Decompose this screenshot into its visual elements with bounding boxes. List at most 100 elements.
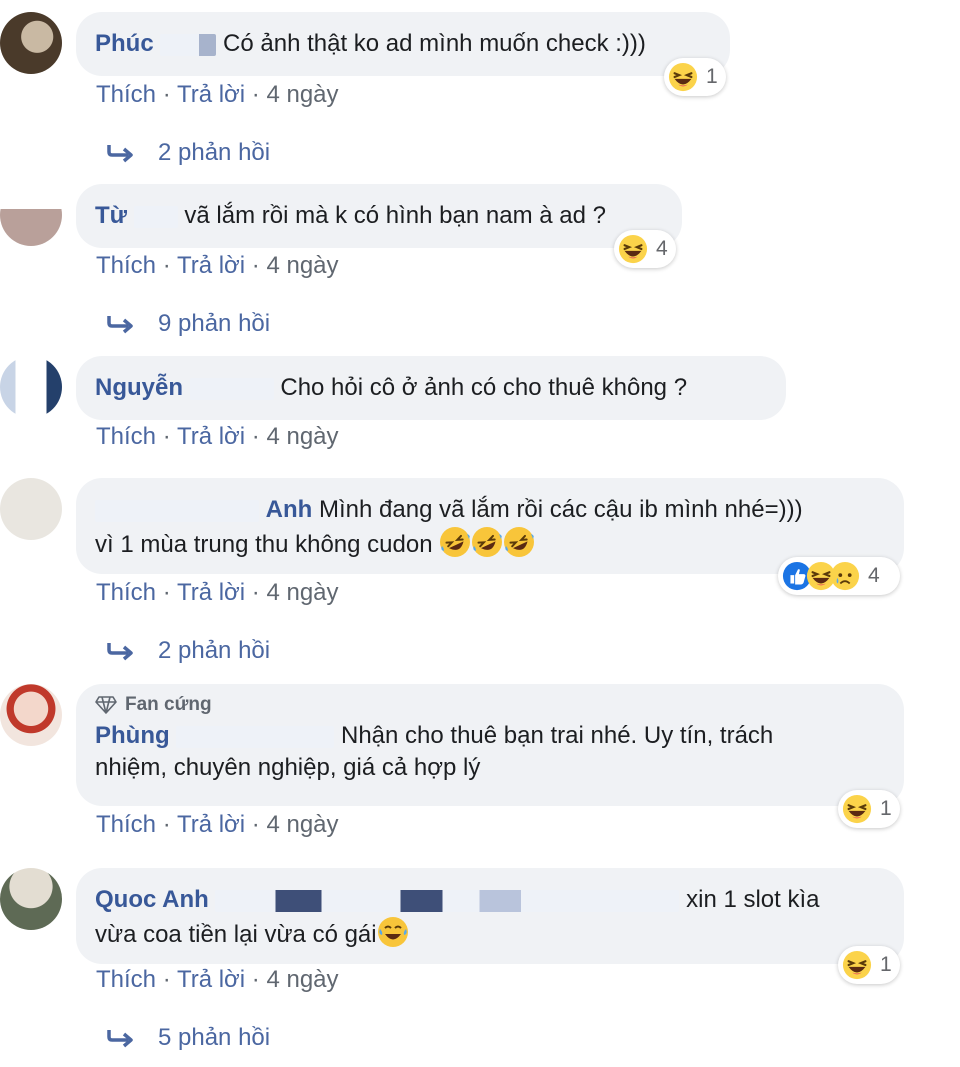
separator: ·	[162, 811, 171, 838]
timestamp[interactable]: 4 ngày	[266, 252, 338, 279]
comment-text-line1: xin 1 slot kìa	[686, 886, 820, 913]
separator: ·	[251, 811, 260, 838]
separator: ·	[251, 81, 260, 108]
comment-bubble: Nguyễn Cho hỏi cô ở ảnh có cho thuê khôn…	[76, 356, 786, 420]
reply-arrow-icon	[107, 1030, 133, 1048]
avatar[interactable]	[0, 356, 62, 418]
comment-actions: Thích · Trả lời · 4 ngày	[96, 422, 339, 452]
reply-arrow-icon	[107, 643, 133, 661]
rofl-icon	[503, 526, 535, 558]
replies-count: 5 phản hồi	[158, 1024, 271, 1051]
comment-actions: Thích · Trả lời · 4 ngày	[96, 578, 339, 608]
reaction-summary[interactable]: 1	[664, 58, 726, 96]
reply-arrow-icon	[107, 316, 133, 334]
haha-icon	[842, 950, 872, 980]
author-name[interactable]: Nguyễn	[95, 374, 183, 401]
comment-bubble: Từ vã lắm rồi mà k có hình bạn nam à ad …	[76, 184, 682, 248]
author-name[interactable]: Từ	[95, 202, 127, 229]
reaction-count: 1	[880, 953, 892, 976]
blurred-name	[160, 33, 217, 56]
like-link[interactable]: Thích	[96, 811, 156, 838]
reaction-count: 1	[706, 65, 718, 88]
like-link[interactable]: Thích	[96, 81, 156, 108]
view-replies-link[interactable]: 2 phản hồi	[106, 636, 270, 666]
separator: ·	[162, 579, 171, 606]
like-link[interactable]: Thích	[96, 966, 156, 993]
avatar[interactable]	[0, 184, 62, 246]
reply-link[interactable]: Trả lời	[177, 579, 245, 606]
author-name[interactable]: Phùng	[95, 722, 170, 749]
avatar[interactable]	[0, 478, 62, 540]
haha-icon	[842, 794, 872, 824]
comment-bubble: Anh Mình đang vã lắm rồi các cậu ib mình…	[76, 478, 904, 574]
timestamp[interactable]: 4 ngày	[266, 81, 338, 108]
comment-actions: Thích · Trả lời · 4 ngày	[96, 965, 339, 995]
like-link[interactable]: Thích	[96, 423, 156, 450]
comment-actions: Thích · Trả lời · 4 ngày	[96, 810, 339, 840]
avatar[interactable]	[0, 12, 62, 74]
blurred-name	[189, 377, 274, 400]
haha-icon	[668, 62, 698, 92]
rofl-icon	[439, 526, 471, 558]
reply-link[interactable]: Trả lời	[177, 811, 245, 838]
comment-actions: Thích · Trả lời · 4 ngày	[96, 80, 339, 110]
diamond-icon	[95, 696, 117, 714]
joy-icon	[377, 916, 409, 948]
replies-count: 2 phản hồi	[158, 637, 271, 664]
reaction-summary[interactable]: 1	[838, 946, 900, 984]
haha-icon	[618, 234, 648, 264]
author-name[interactable]: Quoc Anh	[95, 886, 209, 913]
replies-count: 2 phản hồi	[158, 139, 271, 166]
view-replies-link[interactable]: 5 phản hồi	[106, 1023, 270, 1053]
separator: ·	[251, 966, 260, 993]
separator: ·	[162, 81, 171, 108]
comment-text-line1: Mình đang vã lắm rồi các cậu ib mình nhé…	[319, 496, 803, 523]
separator: ·	[162, 423, 171, 450]
separator: ·	[162, 252, 171, 279]
comment-text-line2: nhiệm, chuyên nghiệp, giá cả hợp lý	[95, 754, 481, 781]
view-replies-link[interactable]: 2 phản hồi	[106, 138, 270, 168]
separator: ·	[251, 423, 260, 450]
author-name[interactable]: Phúc	[95, 30, 154, 57]
reply-link[interactable]: Trả lời	[177, 423, 245, 450]
comment-bubble: Quoc Anh xin 1 slot kìa vừa coa tiền lại…	[76, 868, 904, 964]
reply-link[interactable]: Trả lời	[177, 252, 245, 279]
sad-icon	[830, 561, 860, 591]
comment-text: Có ảnh thật ko ad mình muốn check :)))	[223, 30, 646, 57]
timestamp[interactable]: 4 ngày	[266, 579, 338, 606]
reply-link[interactable]: Trả lời	[177, 81, 245, 108]
blurred-name	[215, 889, 680, 912]
rofl-icon	[471, 526, 503, 558]
reaction-count: 4	[868, 564, 880, 587]
avatar[interactable]	[0, 684, 62, 746]
reaction-count: 1	[880, 797, 892, 820]
like-link[interactable]: Thích	[96, 579, 156, 606]
reaction-summary[interactable]: 4	[614, 230, 676, 268]
blurred-name	[176, 725, 335, 748]
reaction-count: 4	[656, 237, 668, 260]
comment-text-line1: Nhận cho thuê bạn trai nhé. Uy tín, trác…	[341, 722, 774, 749]
comment-text-line2: vì 1 mùa trung thu không cudon	[95, 531, 433, 558]
badge-label: Fan cứng	[125, 694, 212, 715]
replies-count: 9 phản hồi	[158, 310, 271, 337]
like-link[interactable]: Thích	[96, 252, 156, 279]
fan-badge[interactable]: Fan cứng	[95, 694, 884, 716]
timestamp[interactable]: 4 ngày	[266, 811, 338, 838]
separator: ·	[251, 252, 260, 279]
separator: ·	[251, 579, 260, 606]
separator: ·	[162, 966, 171, 993]
view-replies-link[interactable]: 9 phản hồi	[106, 309, 270, 339]
reaction-summary[interactable]: 1	[838, 790, 900, 828]
comment-text-line2: vừa coa tiền lại vừa có gái	[95, 921, 377, 948]
comment-bubble: Phúc Có ảnh thật ko ad mình muốn check :…	[76, 12, 730, 76]
comment-actions: Thích · Trả lời · 4 ngày	[96, 251, 339, 281]
timestamp[interactable]: 4 ngày	[266, 423, 338, 450]
author-name[interactable]: Anh	[266, 496, 313, 523]
comment-bubble: Fan cứng Phùng Nhận cho thuê bạn trai nh…	[76, 684, 904, 806]
avatar[interactable]	[0, 868, 62, 930]
reply-link[interactable]: Trả lời	[177, 966, 245, 993]
timestamp[interactable]: 4 ngày	[266, 966, 338, 993]
reaction-summary[interactable]: 4	[778, 557, 900, 595]
comment-text: Cho hỏi cô ở ảnh có cho thuê không ?	[280, 374, 688, 401]
reply-arrow-icon	[107, 145, 133, 163]
